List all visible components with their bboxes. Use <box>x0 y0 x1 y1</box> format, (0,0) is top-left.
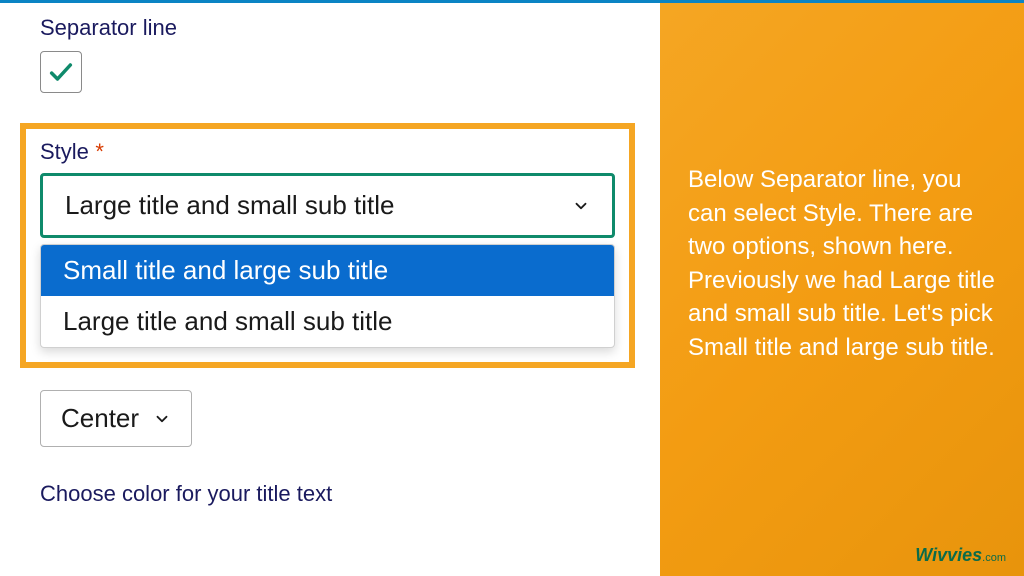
form-panel: Separator line Style * Large title and s… <box>0 3 660 576</box>
style-option-large-title[interactable]: Large title and small sub title <box>41 296 614 347</box>
style-field-label: Style <box>40 139 89 164</box>
chevron-down-icon <box>153 410 171 428</box>
chevron-down-icon <box>572 197 590 215</box>
separator-line-label: Separator line <box>40 15 620 41</box>
style-option-small-title[interactable]: Small title and large sub title <box>41 245 614 296</box>
style-highlight-box: Style * Large title and small sub title … <box>20 123 635 368</box>
instruction-panel: Below Separator line, you can select Sty… <box>660 3 1024 576</box>
style-field-label-row: Style * <box>40 139 615 165</box>
alignment-dropdown[interactable]: Center <box>40 390 192 447</box>
brand-tld: .com <box>982 552 1006 564</box>
instruction-text: Below Separator line, you can select Sty… <box>688 163 996 365</box>
brand-logo: Wivvies.com <box>915 545 1006 566</box>
required-indicator: * <box>95 139 104 164</box>
brand-name: Wivvies <box>915 545 982 565</box>
alignment-value: Center <box>61 403 139 434</box>
color-section-label: Choose color for your title text <box>40 481 620 507</box>
style-dropdown-value: Large title and small sub title <box>65 190 395 221</box>
check-icon <box>47 58 75 86</box>
separator-line-checkbox[interactable] <box>40 51 82 93</box>
style-dropdown-list: Small title and large sub title Large ti… <box>40 244 615 348</box>
style-dropdown[interactable]: Large title and small sub title <box>40 173 615 238</box>
